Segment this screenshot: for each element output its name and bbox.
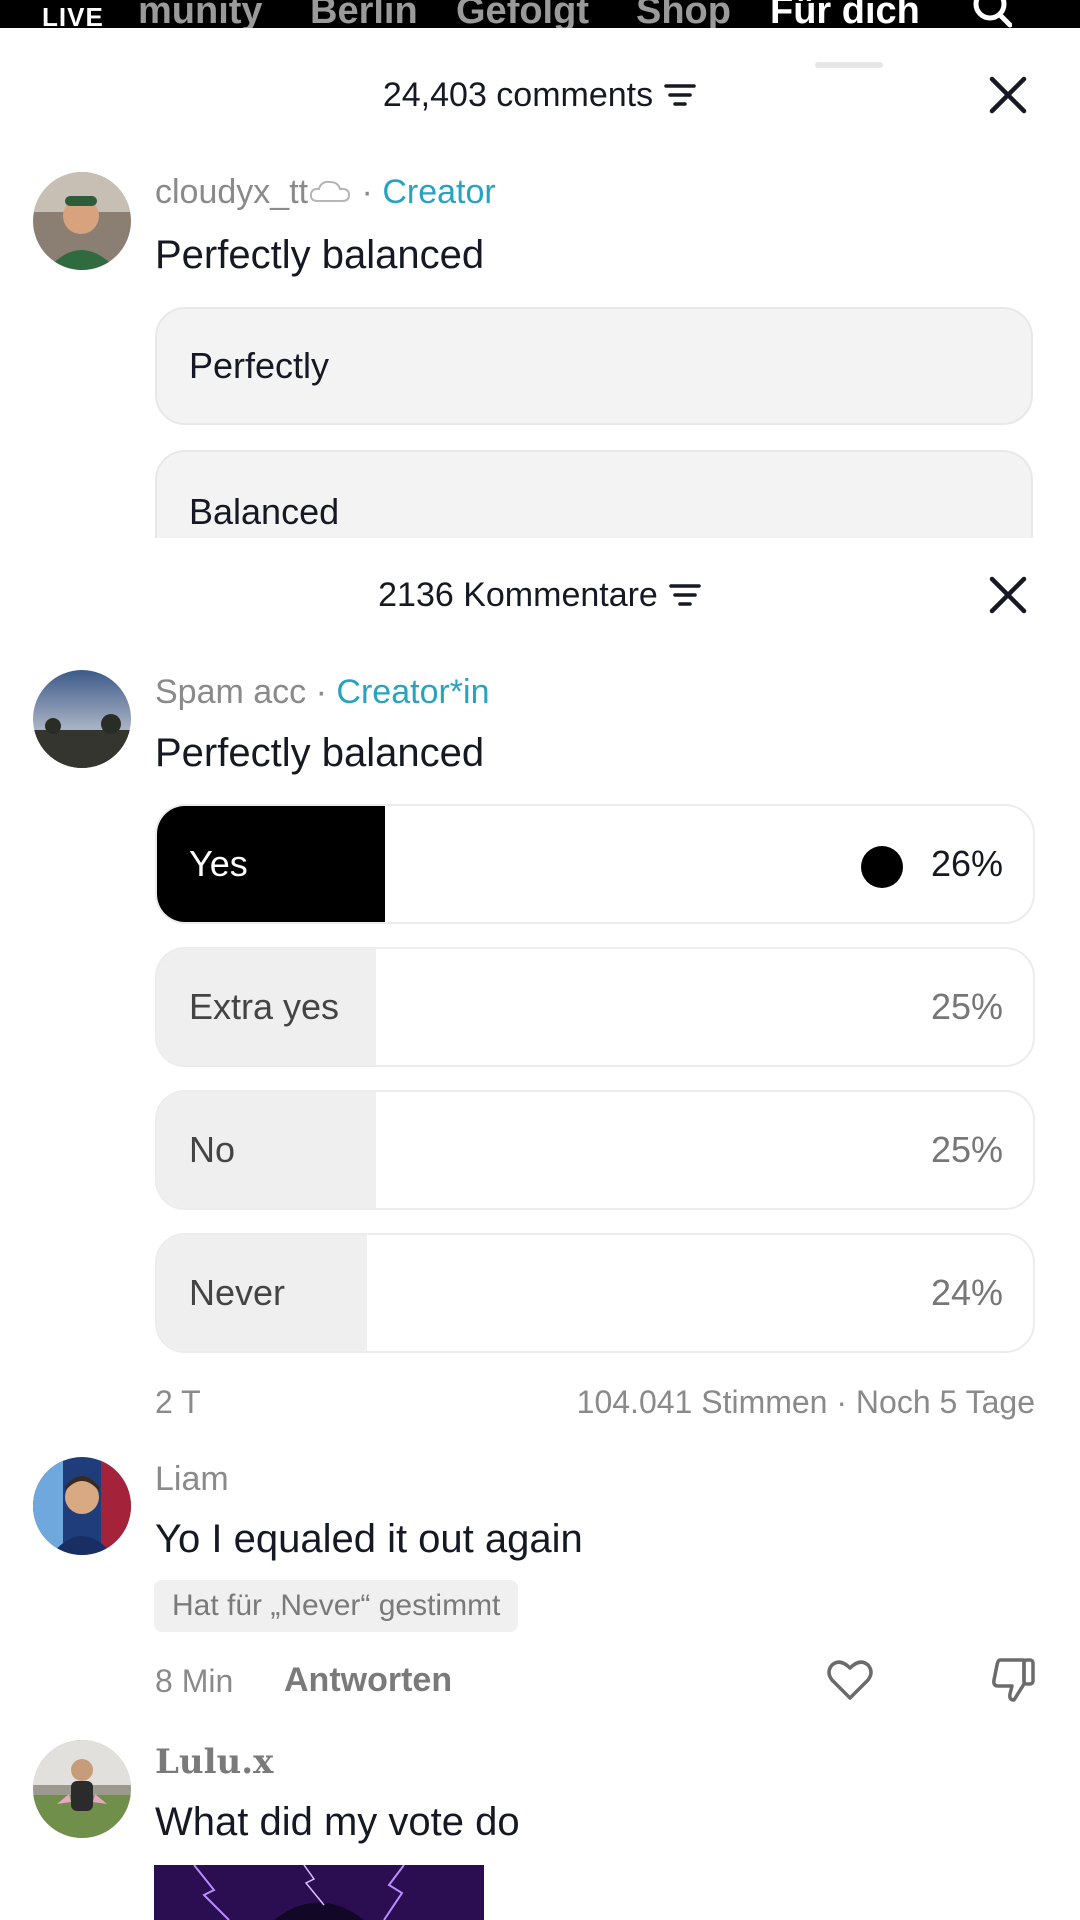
username[interactable]: Liam [155, 1460, 229, 1499]
poll-option[interactable]: Perfectly [155, 307, 1033, 425]
comment-image[interactable] [154, 1865, 484, 1920]
poll-percent: 26% [930, 843, 1003, 884]
filter-icon[interactable] [663, 80, 697, 110]
poll-option-label: Never [189, 1272, 286, 1313]
dislike-icon[interactable] [990, 1656, 1038, 1704]
poll-option[interactable]: Yes 26% [155, 804, 1035, 924]
tab-shop[interactable]: Shop [636, 0, 731, 28]
filter-icon[interactable] [668, 580, 702, 610]
comment-text: Perfectly balanced [155, 233, 485, 277]
heart-icon[interactable] [826, 1658, 874, 1702]
comment-time: 8 Min [155, 1663, 234, 1699]
reply-button[interactable]: Antworten [284, 1661, 452, 1700]
poll-option-label: No [189, 1129, 236, 1170]
comment-age: 2 T [155, 1384, 201, 1420]
meta-separator: · [315, 673, 327, 711]
poll-percent: 24% [930, 1272, 1003, 1313]
poll-percent: 25% [930, 986, 1003, 1027]
username[interactable]: Lulu.x [155, 1742, 273, 1782]
username[interactable]: cloudyx_tt [155, 173, 308, 211]
poll-option-label: Perfectly [189, 345, 330, 386]
tab-following[interactable]: Gefolgt [456, 0, 589, 28]
poll-votes-info: 104.041 Stimmen · Noch 5 Tage [576, 1384, 1035, 1420]
poll-option-label: Balanced [189, 491, 340, 532]
comment-meta: cloudyx_tt · Creator [155, 173, 496, 212]
tab-for-you[interactable]: Für dich [770, 0, 920, 28]
avatar[interactable] [33, 1457, 131, 1555]
comment-meta: Spam acc · Creator*in [155, 673, 490, 712]
avatar[interactable] [33, 670, 131, 768]
poll-option[interactable]: Never 24% [155, 1233, 1035, 1353]
live-label[interactable]: LIVE [42, 2, 104, 28]
meta-separator: · [361, 173, 373, 211]
selected-vote-icon [861, 846, 903, 888]
creator-badge: Creator [382, 173, 496, 211]
comment-text: What did my vote do [155, 1800, 520, 1844]
poll-option-label: Extra yes [189, 986, 340, 1027]
poll-option[interactable]: Extra yes 25% [155, 947, 1035, 1067]
avatar[interactable] [33, 1740, 131, 1838]
username[interactable]: Spam acc [155, 673, 306, 711]
comments-header: 2136 Kommentare [0, 565, 1080, 625]
poll-option[interactable]: No 25% [155, 1090, 1035, 1210]
voted-badge: Hat für „Never“ gestimmt [154, 1580, 519, 1632]
creator-badge: Creator*in [336, 673, 490, 711]
comment-count: 2136 Kommentare [378, 575, 658, 614]
comment-count: 24,403 comments [382, 75, 654, 114]
comment-text: Yo I equaled it out again [155, 1517, 583, 1561]
poll-option-label: Yes [189, 843, 248, 884]
poll-option[interactable]: Balanced [155, 450, 1033, 538]
close-icon[interactable] [988, 75, 1028, 115]
poll-percent: 25% [930, 1129, 1003, 1170]
search-icon[interactable] [972, 0, 1012, 28]
comments-header: 24,403 comments [0, 65, 1080, 125]
close-icon[interactable] [988, 575, 1028, 615]
tab-berlin[interactable]: Berlin [310, 0, 418, 28]
tab-community[interactable]: munity [138, 0, 263, 28]
comment-text: Perfectly balanced [155, 731, 485, 775]
top-nav: LIVE munity Berlin Gefolgt Shop Für dich [0, 0, 1080, 28]
avatar[interactable] [33, 172, 131, 270]
cloud-icon [309, 180, 351, 202]
